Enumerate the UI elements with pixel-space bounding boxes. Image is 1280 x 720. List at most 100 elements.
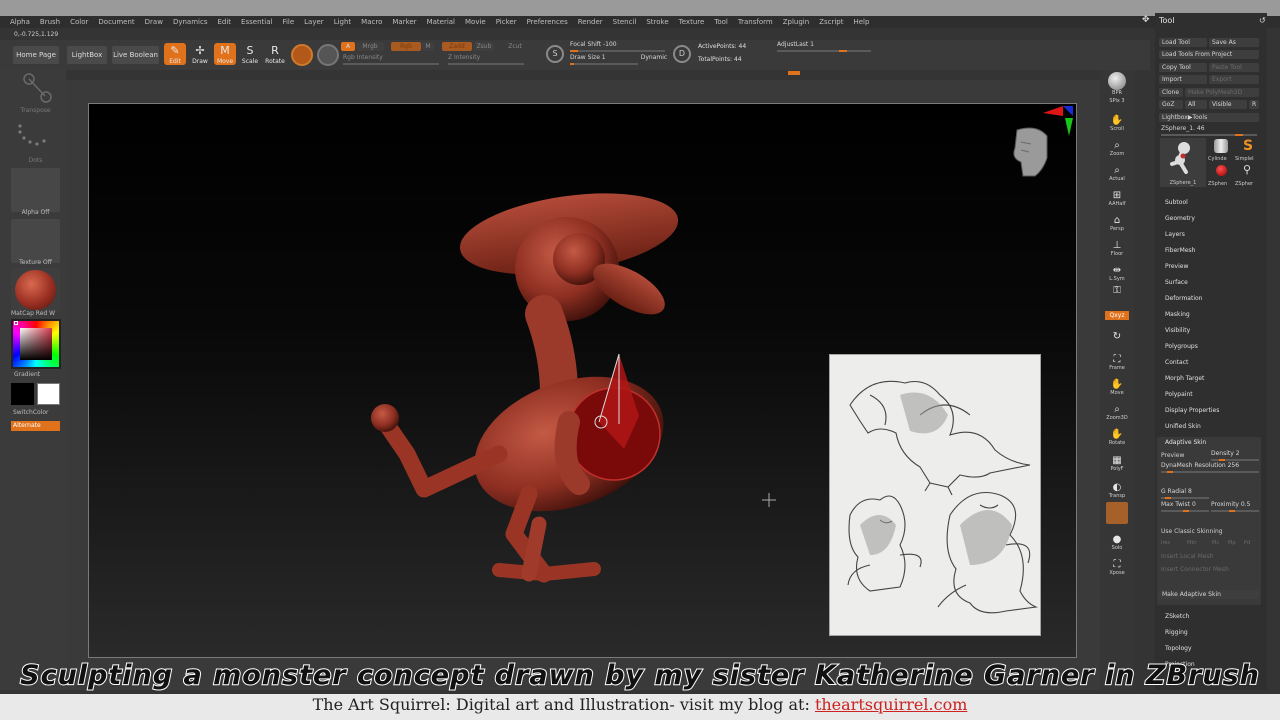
material-sphere-icon[interactable] — [291, 44, 313, 66]
color-picker[interactable] — [11, 319, 61, 369]
g-radial-slider[interactable]: G Radial 8 — [1161, 488, 1209, 499]
goz-button[interactable]: GoZ — [1159, 100, 1183, 109]
focal-shift-slider[interactable]: Focal Shift -100 — [570, 41, 665, 52]
switch-color-label[interactable]: SwitchColor — [13, 409, 49, 416]
adjust-last-slider[interactable]: AdjustLast 1 — [777, 41, 871, 52]
lightbox-button[interactable]: LightBox — [67, 46, 107, 64]
zsphere2-tool-thumb[interactable]: ⚲ ZSpher — [1235, 163, 1261, 187]
live-boolean-button[interactable]: Live Boolean — [112, 46, 159, 64]
section-rigging[interactable]: Rigging — [1165, 629, 1188, 636]
menu-brush[interactable]: Brush — [40, 18, 60, 26]
color-picker-handle-icon[interactable] — [14, 321, 18, 325]
mc-button[interactable]: Mc — [1212, 540, 1219, 546]
menu-movie[interactable]: Movie — [465, 18, 486, 26]
paste-tool-button[interactable]: Paste Tool — [1209, 63, 1259, 72]
lazy-mouse-icon[interactable]: S — [546, 45, 564, 63]
clone-button[interactable]: Clone — [1159, 88, 1183, 97]
lsym-button[interactable]: ⇹ L.Sym — [1106, 258, 1128, 282]
section-deformation[interactable]: Deformation — [1165, 295, 1202, 302]
save-as-button[interactable]: Save As — [1209, 38, 1259, 47]
mrgb-button[interactable]: Mrgb — [356, 42, 384, 51]
simple-brush-thumb[interactable]: S SimpleI — [1235, 138, 1261, 162]
menu-macro[interactable]: Macro — [361, 18, 382, 26]
menu-marker[interactable]: Marker — [392, 18, 416, 26]
pd-slider[interactable]: Pd — [1244, 540, 1250, 546]
section-polypaint[interactable]: Polypaint — [1165, 391, 1193, 398]
section-fibermesh[interactable]: FiberMesh — [1165, 247, 1195, 254]
section-visibility[interactable]: Visibility — [1165, 327, 1190, 334]
menu-file[interactable]: File — [282, 18, 294, 26]
menu-zscript[interactable]: Zscript — [819, 18, 843, 26]
move-view-button[interactable]: ✋ Move — [1106, 372, 1128, 396]
mbr-slider[interactable]: Mbr — [1187, 540, 1197, 546]
scroll-button[interactable]: ✋ Scroll — [1106, 108, 1128, 132]
current-tool-thumbnail[interactable]: ZSphere_1 — [1160, 138, 1206, 187]
blog-link[interactable]: theartsquirrel.com — [815, 695, 967, 714]
actual-button[interactable]: ⌕ Actual — [1106, 158, 1128, 182]
dots-stroke-icon[interactable] — [14, 120, 56, 156]
floor-button[interactable]: ⊥ Floor — [1106, 233, 1128, 257]
load-tools-from-project-button[interactable]: Load Tools From Project — [1159, 50, 1259, 59]
menu-zplugin[interactable]: Zplugin — [783, 18, 809, 26]
menu-color[interactable]: Color — [70, 18, 88, 26]
insert-local-mesh-button[interactable]: Insert Local Mesh — [1161, 553, 1213, 560]
zadd-button[interactable]: Zadd — [442, 42, 472, 51]
load-tool-button[interactable]: Load Tool — [1159, 38, 1207, 47]
lock-icon[interactable]: ⚿ — [1106, 284, 1128, 296]
alternate-button[interactable]: Alternate — [11, 421, 60, 431]
section-unified-skin[interactable]: Unified Skin — [1165, 423, 1201, 430]
draw-button[interactable]: ✢ Draw — [189, 43, 211, 66]
menu-stroke[interactable]: Stroke — [646, 18, 668, 26]
polyf-button[interactable]: ▦ PolyF — [1106, 448, 1128, 472]
z-intensity-slider[interactable]: Z Intensity — [448, 54, 524, 65]
dynamic-button[interactable]: Dynamic — [640, 53, 668, 62]
zoom-button[interactable]: ⌕ Zoom — [1106, 133, 1128, 157]
edit-button[interactable]: ✎ Edit — [164, 43, 186, 65]
palette-popout-icon[interactable]: ↺ — [1259, 16, 1266, 25]
section-display-properties[interactable]: Display Properties — [1165, 407, 1219, 414]
section-topology[interactable]: Topology — [1165, 645, 1192, 652]
menu-layer[interactable]: Layer — [304, 18, 324, 26]
cylinder-tool-thumb[interactable]: Cylinde — [1208, 138, 1234, 162]
transp-button[interactable]: ◐ Transp — [1106, 475, 1128, 499]
menu-stencil[interactable]: Stencil — [613, 18, 637, 26]
menu-draw[interactable]: Draw — [145, 18, 163, 26]
zsphere-tool-thumb[interactable]: ZSphen — [1208, 163, 1234, 187]
aahalf-button[interactable]: ⊞ AAHalf — [1106, 183, 1128, 207]
make-polymesh-button[interactable]: Make PolyMesh3D — [1185, 88, 1259, 97]
frame-button[interactable]: ⛶ Frame — [1106, 347, 1128, 371]
secondary-color-swatch[interactable] — [11, 383, 34, 405]
rotate-button[interactable]: R Rotate — [264, 43, 286, 66]
section-polygroups[interactable]: Polygroups — [1165, 343, 1198, 350]
tray-handle[interactable] — [788, 71, 800, 75]
qxyz-button[interactable]: Qxyz — [1105, 311, 1129, 320]
menu-document[interactable]: Document — [98, 18, 134, 26]
alpha-slot[interactable] — [11, 168, 60, 212]
adaptive-skin-header[interactable]: Adaptive Skin — [1165, 439, 1206, 446]
section-layers[interactable]: Layers — [1165, 231, 1185, 238]
zoom3d-button[interactable]: ⌕ Zoom3D — [1106, 397, 1128, 421]
import-button[interactable]: Import — [1159, 75, 1207, 84]
menu-picker[interactable]: Picker — [496, 18, 517, 26]
texture-slot[interactable] — [11, 219, 60, 263]
scale-button[interactable]: S Scale — [239, 43, 261, 66]
section-surface[interactable]: Surface — [1165, 279, 1188, 286]
section-subtool[interactable]: Subtool — [1165, 199, 1188, 206]
dynamesh-resolution-slider[interactable]: DynaMesh Resolution 256 — [1161, 462, 1259, 473]
m-button[interactable]: M — [422, 42, 434, 51]
section-masking[interactable]: Masking — [1165, 311, 1190, 318]
menu-render[interactable]: Render — [578, 18, 603, 26]
tool-slider[interactable]: ZSphere_1. 46 — [1161, 125, 1257, 136]
persp-button[interactable]: ⌂ Persp — [1106, 208, 1128, 232]
menu-transform[interactable]: Transform — [738, 18, 773, 26]
use-classic-skinning-button[interactable]: Use Classic Skinning — [1161, 528, 1223, 535]
menu-essential[interactable]: Essential — [241, 18, 272, 26]
primary-color-swatch[interactable] — [37, 383, 60, 405]
insert-connector-mesh-button[interactable]: Insert Connector Mesh — [1161, 566, 1229, 573]
section-geometry[interactable]: Geometry — [1165, 215, 1195, 222]
zcut-button[interactable]: Zcut — [505, 42, 525, 51]
spix-slider[interactable]: SPix 3 — [1106, 92, 1128, 104]
menu-material[interactable]: Material — [427, 18, 455, 26]
zsub-button[interactable]: Zsub — [474, 42, 494, 51]
density-slider[interactable]: Density 2 — [1211, 450, 1259, 461]
